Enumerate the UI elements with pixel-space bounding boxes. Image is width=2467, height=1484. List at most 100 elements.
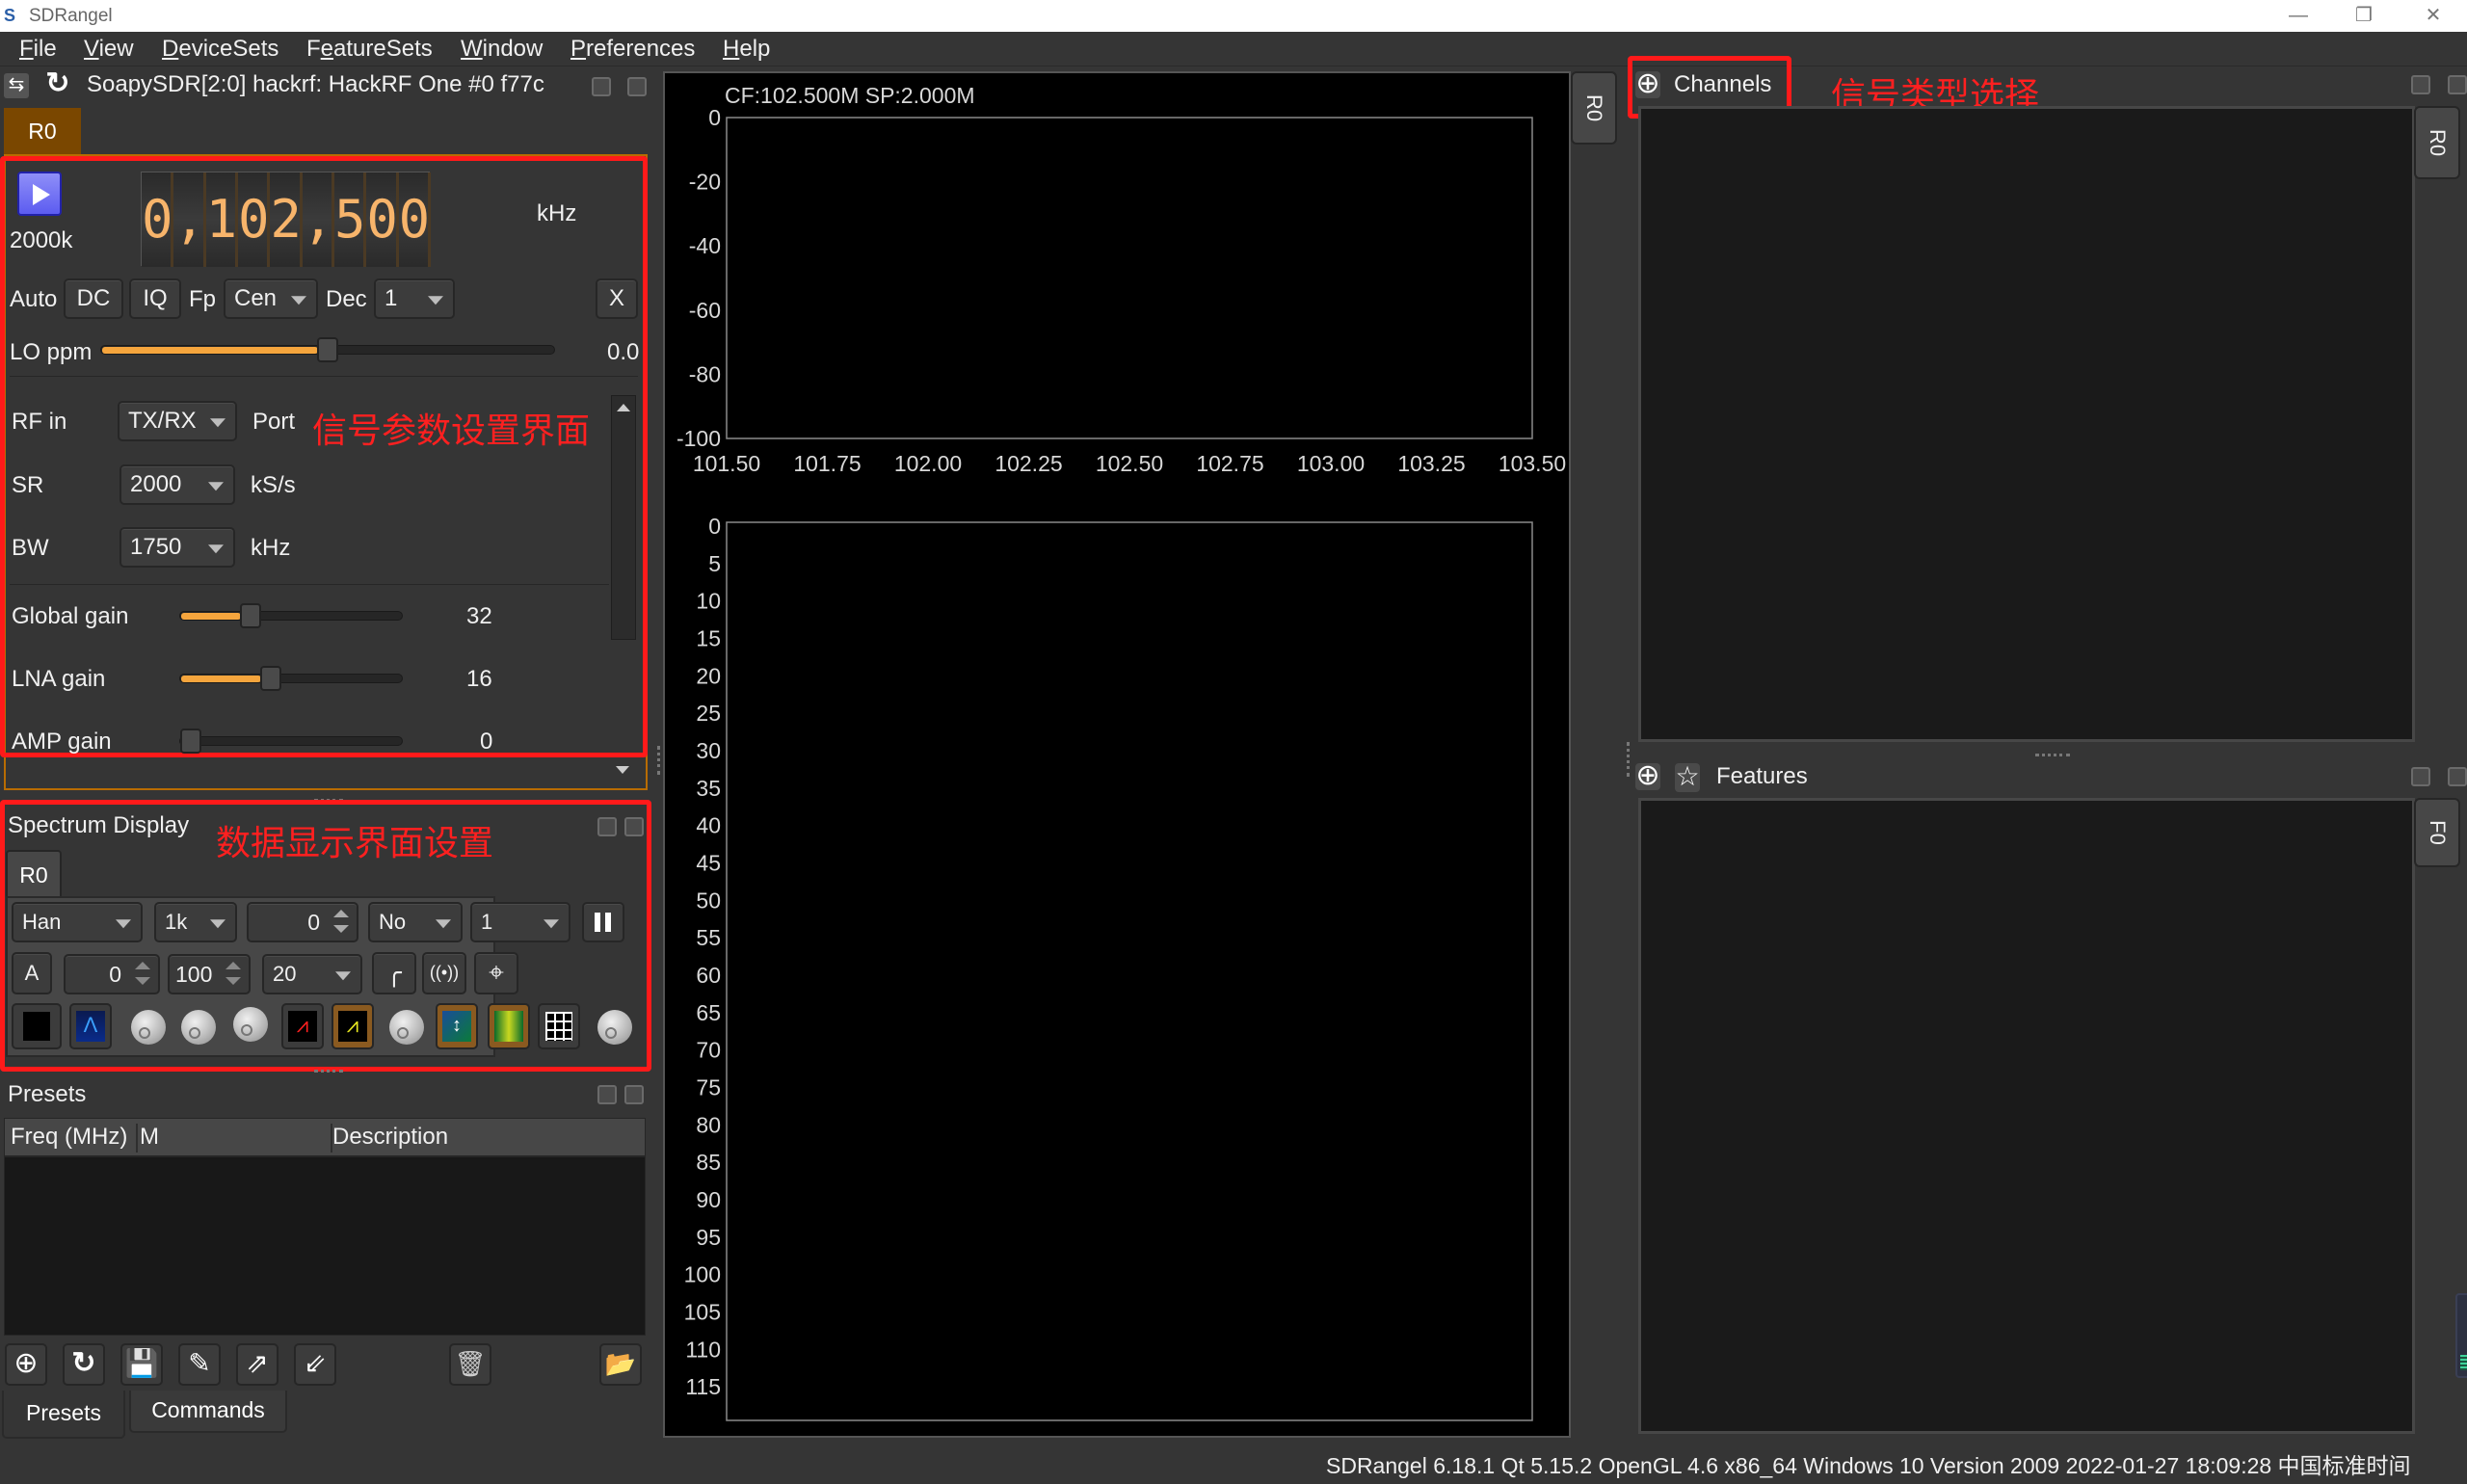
splitter-handle[interactable] (657, 746, 661, 775)
current-trace-toggle[interactable]: ⩘ (332, 1003, 374, 1049)
float-dock-icon[interactable] (2411, 75, 2430, 94)
tab-presets[interactable]: Presets (2, 1391, 125, 1439)
start-stop-button[interactable] (17, 172, 62, 216)
swap-device-icon[interactable]: ⇆ (4, 73, 29, 98)
ref-level-spinbox[interactable]: 0 (64, 954, 160, 994)
decimation-select[interactable]: 1 (374, 278, 455, 319)
rf-in-select[interactable]: TX/RX (118, 401, 237, 441)
float-dock-icon[interactable] (592, 77, 611, 96)
presets-table-body[interactable] (4, 1156, 646, 1336)
frequency-digit[interactable]: 2 (270, 172, 303, 267)
scroll-down-button[interactable] (611, 756, 636, 785)
dc-correction-button[interactable]: DC (64, 278, 123, 319)
lna-gain-slider[interactable] (179, 666, 403, 691)
global-gain-slider-handle[interactable] (240, 603, 261, 628)
update-preset-button[interactable]: ↻ (63, 1343, 105, 1386)
averaging-mode-select[interactable]: No (368, 902, 463, 942)
close-dock-icon[interactable] (624, 817, 644, 836)
features-area[interactable] (1638, 798, 2415, 1434)
fft-size-select[interactable]: 1k (154, 902, 237, 942)
knob-icon[interactable] (131, 1010, 166, 1045)
menu-file[interactable]: File (19, 36, 57, 63)
spectrum-display-tab-r0[interactable]: R0 (6, 850, 62, 898)
fft-overlap-spinbox[interactable]: 0 (247, 902, 358, 942)
max-hold-toggle[interactable]: ⩘ (281, 1003, 324, 1049)
menu-devicesets[interactable]: DeviceSets (162, 36, 279, 63)
column-header-description[interactable]: Description (332, 1124, 448, 1151)
amp-gain-slider-handle[interactable] (180, 729, 201, 754)
frequency-dial[interactable]: 0,102,500 (141, 172, 431, 267)
grid-toggle[interactable] (538, 1003, 580, 1049)
waterfall-toggle[interactable] (488, 1003, 530, 1049)
frequency-digit[interactable]: 1 (205, 172, 238, 267)
spin-down-icon[interactable] (333, 925, 349, 933)
column-header-m[interactable]: M (140, 1124, 332, 1153)
close-window-button[interactable]: ✕ (2409, 2, 2457, 29)
export-preset-button[interactable]: ⇗ (236, 1343, 279, 1386)
reload-device-icon[interactable]: ↻ (42, 69, 73, 100)
fft-window-select[interactable]: Han (12, 902, 143, 942)
import-preset-button[interactable]: ⇙ (294, 1343, 336, 1386)
float-dock-icon[interactable] (2411, 767, 2430, 786)
splitter-handle[interactable] (2035, 754, 2070, 756)
knob-icon[interactable] (233, 1007, 268, 1042)
feature-presets-button[interactable]: ☆ (1675, 763, 1700, 792)
freeze-button[interactable] (582, 902, 624, 942)
crosshair-button[interactable]: ⌖ (474, 952, 518, 994)
linear-scale-button[interactable]: ╭ (372, 952, 416, 994)
amp-gain-slider[interactable] (179, 729, 403, 754)
edit-preset-button[interactable]: ✎ (178, 1343, 221, 1386)
fps-select[interactable]: 20 (262, 954, 362, 994)
range-spinbox[interactable]: 100 (168, 954, 251, 994)
frequency-digit[interactable]: 0 (398, 172, 431, 267)
minimize-button[interactable]: — (2274, 2, 2322, 29)
waterfall-shift-toggle[interactable]: ↕ (436, 1003, 478, 1049)
knob-icon[interactable] (181, 1010, 216, 1045)
background-toggle[interactable] (12, 1003, 62, 1049)
float-dock-icon[interactable] (597, 817, 617, 836)
global-gain-slider[interactable] (179, 603, 403, 628)
spin-down-icon[interactable] (135, 977, 150, 985)
frequency-digit[interactable]: 5 (334, 172, 367, 267)
menu-help[interactable]: Help (723, 36, 770, 63)
close-device-button[interactable]: X (596, 278, 638, 319)
load-preset-button[interactable]: 📂 (599, 1343, 642, 1386)
volume-meter-widget[interactable] (2455, 1293, 2467, 1378)
channels-side-tab-r0[interactable]: R0 (2414, 106, 2460, 179)
frequency-digit[interactable]: 0 (142, 172, 174, 267)
menu-window[interactable]: Window (461, 36, 543, 63)
features-side-tab-f0[interactable]: F0 (2414, 798, 2460, 867)
spin-up-icon[interactable] (333, 910, 349, 917)
float-dock-icon[interactable] (597, 1085, 617, 1104)
delete-preset-button[interactable]: 🗑 (449, 1343, 491, 1386)
close-dock-icon[interactable] (624, 1085, 644, 1104)
auto-scale-button[interactable]: A (12, 952, 52, 994)
menu-preferences[interactable]: Preferences (570, 36, 695, 63)
menu-view[interactable]: View (84, 36, 134, 63)
device-tab-r0[interactable]: R0 (4, 108, 81, 154)
sample-rate-select[interactable]: 2000 (119, 464, 235, 505)
spin-down-icon[interactable] (225, 977, 241, 985)
spin-up-icon[interactable] (135, 962, 150, 969)
fp-select[interactable]: Cen (224, 278, 318, 319)
splitter-handle[interactable] (314, 1070, 343, 1073)
lna-gain-slider-handle[interactable] (260, 666, 281, 691)
column-header-freq[interactable]: Freq (MHz) (11, 1124, 138, 1153)
add-channel-button[interactable]: ⊕ (1635, 69, 1660, 98)
frequency-digit[interactable]: 0 (238, 172, 271, 267)
channels-area[interactable] (1638, 106, 2415, 742)
lo-ppm-slider[interactable] (100, 337, 555, 362)
knob-icon[interactable] (389, 1010, 424, 1045)
knob-icon[interactable] (597, 1010, 632, 1045)
add-feature-button[interactable]: ⊕ (1635, 761, 1660, 790)
splitter-handle[interactable] (1627, 742, 1631, 777)
close-dock-icon[interactable] (627, 77, 647, 96)
frequency-digit[interactable]: 0 (366, 172, 399, 267)
stream-button[interactable]: ((•)) (422, 952, 466, 994)
iq-correction-button[interactable]: IQ (129, 278, 181, 319)
spectrum-side-tab-r0[interactable]: R0 (1571, 71, 1617, 145)
3d-spectrogram-toggle[interactable]: Λ (69, 1003, 112, 1049)
tab-commands[interactable]: Commands (129, 1391, 287, 1433)
spectrum-widget[interactable]: CF:102.500M SP:2.000M 0 -20 -40 -60 -80 -100 1… (663, 71, 1571, 1438)
close-dock-icon[interactable] (2448, 75, 2467, 94)
